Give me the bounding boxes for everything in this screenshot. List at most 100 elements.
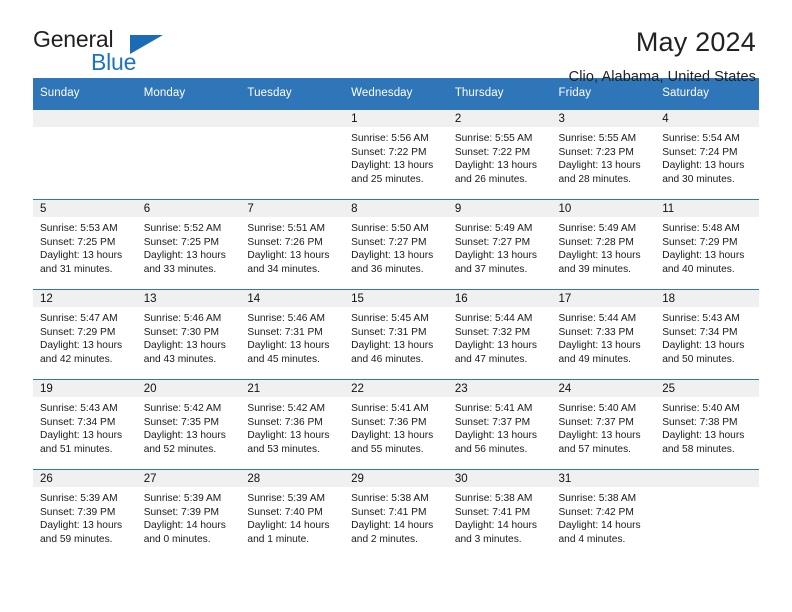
calendar-day-cell[interactable]: 20 Sunrise: 5:42 AM Sunset: 7:35 PM Dayligh… — [136, 379, 241, 470]
calendar-day-cell[interactable]: 27 Sunrise: 5:39 AM Sunset: 7:39 PM Dayligh… — [136, 469, 241, 560]
calendar-week-row: 19 Sunrise: 5:43 AM Sunset: 7:34 PM Dayligh… — [33, 379, 759, 470]
day-cell-inner: 30 Sunrise: 5:38 AM Sunset: 7:41 PM Dayligh… — [447, 470, 552, 560]
day-number: 6 — [136, 200, 241, 217]
day-details: Sunrise: 5:44 AM Sunset: 7:32 PM Daylight:… — [448, 307, 552, 366]
sunset-text: Sunset: 7:35 PM — [143, 416, 220, 428]
daylight-text-line2: and 51 minutes. — [40, 443, 113, 455]
day-cell-inner: 29 Sunrise: 5:38 AM Sunset: 7:41 PM Dayligh… — [344, 470, 448, 560]
day-cell-inner: 6 Sunrise: 5:52 AM Sunset: 7:25 PM Daylight… — [136, 200, 241, 289]
sunrise-text: Sunrise: 5:38 AM — [351, 493, 429, 504]
calendar-day-cell[interactable]: 17 Sunrise: 5:44 AM Sunset: 7:33 PM Dayligh… — [551, 289, 656, 380]
calendar-day-cell[interactable]: 31 Sunrise: 5:38 AM Sunset: 7:42 PM Dayligh… — [551, 469, 656, 560]
day-number — [33, 110, 137, 127]
sunrise-text: Sunrise: 5:43 AM — [662, 313, 740, 324]
day-number: 31 — [551, 470, 656, 487]
sunrise-text: Sunrise: 5:49 AM — [558, 223, 637, 234]
calendar-day-cell[interactable]: 9 Sunrise: 5:49 AM Sunset: 7:27 PM Daylight… — [447, 199, 552, 290]
day-number: 4 — [655, 110, 759, 127]
sunset-text: Sunset: 7:36 PM — [351, 416, 427, 428]
general-blue-logo[interactable]: General Blue — [33, 26, 213, 78]
daylight-text-line1: Daylight: 13 hours — [454, 430, 537, 442]
day-cell-inner — [136, 110, 241, 199]
calendar-day-cell[interactable]: 4 Sunrise: 5:54 AM Sunset: 7:24 PM Daylight… — [655, 109, 759, 200]
calendar-day-cell[interactable]: 25 Sunrise: 5:40 AM Sunset: 7:38 PM Dayligh… — [655, 379, 759, 470]
calendar-day-cell[interactable]: 1 Sunrise: 5:56 AM Sunset: 7:22 PM Daylight… — [344, 109, 448, 200]
day-cell-inner: 20 Sunrise: 5:42 AM Sunset: 7:35 PM Dayligh… — [136, 380, 241, 469]
day-cell-inner — [240, 110, 345, 199]
day-cell-inner: 4 Sunrise: 5:54 AM Sunset: 7:24 PM Daylight… — [655, 110, 759, 199]
daylight-text-line2: and 0 minutes. — [143, 533, 211, 545]
calendar-day-cell[interactable]: 30 Sunrise: 5:38 AM Sunset: 7:41 PM Dayligh… — [447, 469, 552, 560]
day-cell-inner: 23 Sunrise: 5:41 AM Sunset: 7:37 PM Dayligh… — [447, 380, 552, 469]
day-cell-inner: 19 Sunrise: 5:43 AM Sunset: 7:34 PM Dayligh… — [33, 380, 137, 469]
calendar-day-cell[interactable]: 11 Sunrise: 5:48 AM Sunset: 7:29 PM Dayligh… — [655, 199, 759, 290]
day-number: 28 — [240, 470, 345, 487]
calendar-day-cell[interactable]: 26 Sunrise: 5:39 AM Sunset: 7:39 PM Dayligh… — [33, 469, 137, 560]
day-details: Sunrise: 5:44 AM Sunset: 7:33 PM Daylight:… — [552, 307, 656, 366]
logo-text-blue: Blue — [91, 49, 137, 75]
day-cell-inner — [33, 110, 137, 199]
calendar-day-cell[interactable]: 5 Sunrise: 5:53 AM Sunset: 7:25 PM Daylight… — [33, 199, 137, 290]
daylight-text-line2: and 43 minutes. — [143, 353, 217, 365]
calendar-day-cell[interactable]: 23 Sunrise: 5:41 AM Sunset: 7:37 PM Dayligh… — [447, 379, 552, 470]
day-number: 14 — [240, 290, 345, 307]
day-number: 1 — [344, 110, 448, 127]
calendar-day-cell[interactable]: 22 Sunrise: 5:41 AM Sunset: 7:36 PM Dayligh… — [344, 379, 448, 470]
sunset-text: Sunset: 7:32 PM — [454, 326, 531, 338]
sunset-text: Sunset: 7:37 PM — [454, 416, 531, 428]
day-details: Sunrise: 5:51 AM Sunset: 7:26 PM Daylight:… — [240, 217, 344, 276]
day-details: Sunrise: 5:41 AM Sunset: 7:36 PM Daylight:… — [344, 397, 448, 456]
calendar-day-cell[interactable]: 18 Sunrise: 5:43 AM Sunset: 7:34 PM Dayligh… — [655, 289, 759, 380]
day-number: 11 — [655, 200, 759, 217]
daylight-text-line2: and 45 minutes. — [247, 353, 320, 365]
day-number: 17 — [551, 290, 656, 307]
daylight-text-line1: Daylight: 13 hours — [143, 340, 226, 352]
daylight-text-line1: Daylight: 13 hours — [143, 430, 226, 442]
day-details: Sunrise: 5:43 AM Sunset: 7:34 PM Daylight:… — [655, 307, 759, 366]
calendar-day-cell[interactable]: 15 Sunrise: 5:45 AM Sunset: 7:31 PM Dayligh… — [344, 289, 448, 380]
sunrise-text: Sunrise: 5:46 AM — [143, 313, 222, 324]
day-cell-inner: 22 Sunrise: 5:41 AM Sunset: 7:36 PM Dayligh… — [344, 380, 448, 469]
calendar-day-cell[interactable]: 19 Sunrise: 5:43 AM Sunset: 7:34 PM Dayligh… — [33, 379, 137, 470]
daylight-text-line1: Daylight: 14 hours — [143, 520, 226, 532]
calendar-day-cell[interactable]: 7 Sunrise: 5:51 AM Sunset: 7:26 PM Daylight… — [240, 199, 345, 290]
calendar-day-cell[interactable]: 16 Sunrise: 5:44 AM Sunset: 7:32 PM Dayligh… — [447, 289, 552, 380]
day-details: Sunrise: 5:38 AM Sunset: 7:42 PM Daylight:… — [552, 487, 656, 546]
sunrise-text: Sunrise: 5:50 AM — [351, 223, 429, 234]
calendar-day-cell[interactable]: 29 Sunrise: 5:38 AM Sunset: 7:41 PM Dayligh… — [344, 469, 448, 560]
calendar-day-cell[interactable]: 8 Sunrise: 5:50 AM Sunset: 7:27 PM Daylight… — [344, 199, 448, 290]
day-number: 7 — [240, 200, 345, 217]
daylight-text-line2: and 30 minutes. — [662, 173, 735, 185]
day-details: Sunrise: 5:46 AM Sunset: 7:31 PM Daylight:… — [240, 307, 344, 366]
day-details: Sunrise: 5:45 AM Sunset: 7:31 PM Daylight:… — [344, 307, 448, 366]
calendar-day-cell[interactable]: 24 Sunrise: 5:40 AM Sunset: 7:37 PM Dayligh… — [551, 379, 656, 470]
daylight-text-line2: and 50 minutes. — [662, 353, 735, 365]
calendar-day-cell[interactable]: 12 Sunrise: 5:47 AM Sunset: 7:29 PM Dayligh… — [33, 289, 137, 380]
calendar-day-cell[interactable]: 28 Sunrise: 5:39 AM Sunset: 7:40 PM Dayligh… — [240, 469, 345, 560]
daylight-text-line1: Daylight: 13 hours — [558, 250, 641, 262]
calendar-week-row: 26 Sunrise: 5:39 AM Sunset: 7:39 PM Dayligh… — [33, 469, 759, 560]
day-details: Sunrise: 5:56 AM Sunset: 7:22 PM Daylight:… — [344, 127, 448, 186]
sunset-text: Sunset: 7:23 PM — [558, 146, 634, 158]
calendar-day-cell[interactable]: 6 Sunrise: 5:52 AM Sunset: 7:25 PM Daylight… — [136, 199, 241, 290]
day-number: 29 — [344, 470, 448, 487]
calendar-day-cell[interactable]: 2 Sunrise: 5:55 AM Sunset: 7:22 PM Daylight… — [447, 109, 552, 200]
calendar-day-cell[interactable]: 3 Sunrise: 5:55 AM Sunset: 7:23 PM Daylight… — [551, 109, 656, 200]
sunrise-text: Sunrise: 5:55 AM — [454, 133, 533, 144]
day-number: 2 — [447, 110, 552, 127]
day-cell-inner: 10 Sunrise: 5:49 AM Sunset: 7:28 PM Dayligh… — [551, 200, 656, 289]
calendar-day-cell[interactable]: 10 Sunrise: 5:49 AM Sunset: 7:28 PM Dayligh… — [551, 199, 656, 290]
calendar-day-cell[interactable]: 14 Sunrise: 5:46 AM Sunset: 7:31 PM Dayligh… — [240, 289, 345, 380]
day-details: Sunrise: 5:54 AM Sunset: 7:24 PM Daylight:… — [655, 127, 759, 186]
day-cell-inner: 15 Sunrise: 5:45 AM Sunset: 7:31 PM Dayligh… — [344, 290, 448, 379]
sunrise-text: Sunrise: 5:54 AM — [662, 133, 740, 144]
calendar-day-cell[interactable]: 21 Sunrise: 5:42 AM Sunset: 7:36 PM Dayligh… — [240, 379, 345, 470]
day-details: Sunrise: 5:49 AM Sunset: 7:28 PM Daylight:… — [552, 217, 656, 276]
daylight-text-line1: Daylight: 13 hours — [40, 250, 123, 262]
daylight-text-line2: and 34 minutes. — [247, 263, 320, 275]
calendar-day-cell[interactable]: 13 Sunrise: 5:46 AM Sunset: 7:30 PM Dayligh… — [136, 289, 241, 380]
page-title: May 2024 — [635, 27, 756, 57]
location-subtitle: Clio, Alabama, United States — [568, 69, 756, 85]
sunrise-text: Sunrise: 5:42 AM — [247, 403, 325, 414]
day-details: Sunrise: 5:43 AM Sunset: 7:34 PM Daylight:… — [33, 397, 137, 456]
